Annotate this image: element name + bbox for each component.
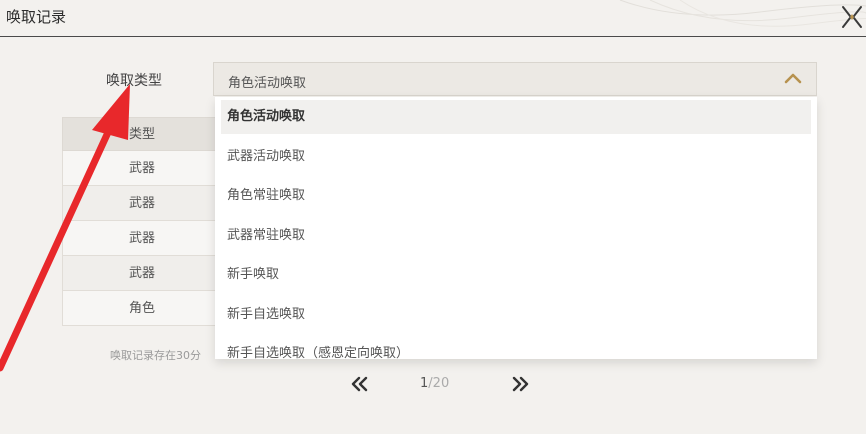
table-row: 武器 (62, 256, 222, 291)
double-chevron-left-icon (351, 376, 368, 392)
total-pages: 20 (432, 376, 450, 391)
records-table: 类型 武器 武器 武器 武器 角色 (62, 117, 222, 326)
double-chevron-right-icon (512, 376, 529, 392)
page-indicator: 1/20 (420, 376, 449, 391)
dropdown-option[interactable]: 新手自选唤取（感恩定向唤取） (221, 337, 811, 359)
page-title: 唤取记录 (6, 8, 67, 26)
chevron-up-icon (784, 73, 802, 84)
retention-note: 唤取记录存在30分 (110, 349, 201, 362)
dropdown-option[interactable]: 新手自选唤取 (221, 298, 811, 332)
dropdown-option[interactable]: 角色活动唤取 (221, 100, 811, 134)
pagination: 1/20 (0, 372, 866, 398)
next-page-button[interactable] (510, 374, 530, 394)
dropdown-option[interactable]: 武器活动唤取 (221, 140, 811, 174)
gacha-type-select[interactable]: 角色活动唤取 (213, 62, 817, 96)
table-row: 角色 (62, 291, 222, 326)
dropdown-option[interactable]: 新手唤取 (221, 258, 811, 292)
dropdown-option[interactable]: 角色常驻唤取 (221, 179, 811, 213)
table-row: 武器 (62, 186, 222, 221)
table-row: 武器 (62, 151, 222, 186)
table-row: 武器 (62, 221, 222, 256)
dropdown-option[interactable]: 武器常驻唤取 (221, 219, 811, 253)
prev-page-button[interactable] (350, 374, 370, 394)
select-value: 角色活动唤取 (228, 76, 307, 91)
filter-label: 唤取类型 (106, 73, 162, 89)
table-header-type: 类型 (62, 117, 222, 151)
close-icon (842, 6, 862, 28)
header-bar: 唤取记录 (0, 0, 866, 37)
close-button[interactable] (840, 4, 864, 30)
gacha-type-dropdown: 角色活动唤取 武器活动唤取 角色常驻唤取 武器常驻唤取 新手唤取 新手自选唤取 … (215, 97, 817, 359)
